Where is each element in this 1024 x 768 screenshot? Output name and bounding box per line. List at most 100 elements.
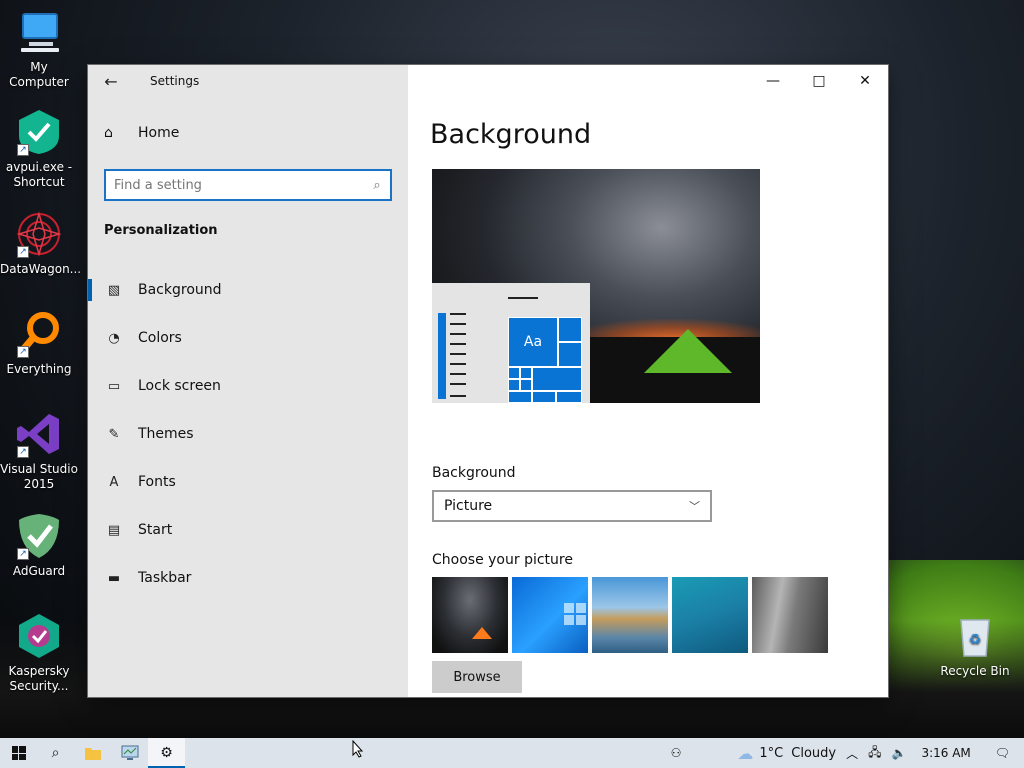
maximize-button[interactable]: □: [796, 65, 842, 97]
picture-thumbnails: [432, 577, 832, 653]
monitor-icon: ▭: [107, 378, 121, 394]
desktop-icon-label: DataWagon...: [0, 262, 82, 276]
windows-logo-icon: [564, 603, 586, 625]
home-icon: ⌂: [104, 125, 113, 141]
preview-tent: [644, 329, 732, 373]
preview-tile-wide: [532, 367, 582, 391]
background-type-dropdown[interactable]: Picture ﹀: [432, 490, 712, 522]
desktop-icon-everything[interactable]: ↗ Everything: [0, 310, 78, 377]
sidebar-item-lock-screen[interactable]: ▭ Lock screen: [88, 362, 408, 410]
sidebar-item-themes[interactable]: ✎ Themes: [88, 410, 408, 458]
desktop-icon-visual-studio[interactable]: ↗ Visual Studio 2015: [0, 410, 78, 492]
mouse-cursor-icon: [352, 740, 364, 758]
minimize-button[interactable]: —: [750, 65, 796, 97]
preview-tile: [520, 379, 532, 391]
preview-tile: [532, 391, 556, 403]
preview-menu-line: [450, 313, 466, 315]
sidebar-item-background[interactable]: ▧ Background: [88, 266, 408, 314]
weather-temperature: 1°C: [759, 745, 784, 761]
shield-check-icon: ↗: [15, 108, 63, 156]
desktop-icon-label: Recycle Bin: [940, 664, 1010, 678]
magnifier-icon: ↗: [15, 310, 63, 358]
shortcut-arrow-icon: ↗: [17, 346, 29, 358]
background-label: Background: [432, 465, 516, 481]
sidebar-item-label: Fonts: [138, 474, 176, 490]
task-manager-button[interactable]: [111, 738, 148, 768]
picture-thumb-underwater[interactable]: [672, 577, 748, 653]
cloud-icon: ☁: [737, 743, 754, 763]
back-arrow-icon: ←: [104, 71, 118, 91]
title-bar: ← Settings: [88, 65, 408, 97]
weather-widget[interactable]: ☁ 1°C Cloudy: [732, 744, 841, 763]
sidebar-nav: ▧ Background ◔ Colors ▭ Lock screen ✎ Th…: [88, 266, 408, 602]
picture-thumb-beach-rocks[interactable]: [592, 577, 668, 653]
sidebar-item-colors[interactable]: ◔ Colors: [88, 314, 408, 362]
preview-tile: [558, 317, 582, 342]
taskbar-icon: ▬: [107, 570, 121, 586]
preview-menu-line: [450, 343, 466, 345]
search-icon: ⌕: [51, 745, 60, 761]
picture-icon: ▧: [107, 282, 121, 298]
desktop-icon-kaspersky[interactable]: Kaspersky Security...: [0, 612, 78, 694]
close-icon: ✕: [859, 73, 871, 89]
preview-tile: [556, 391, 582, 403]
sidebar-item-label: Lock screen: [138, 378, 221, 394]
kaspersky-icon: [15, 612, 63, 660]
preview-tile: [508, 367, 520, 379]
preview-menu-line: [450, 333, 466, 335]
file-explorer-button[interactable]: [74, 738, 111, 768]
picture-thumb-windows-blue[interactable]: [512, 577, 588, 653]
adguard-shield-icon: ↗: [15, 512, 63, 560]
sidebar-item-start[interactable]: ▤ Start: [88, 506, 408, 554]
notification-icon[interactable]: 🗨: [981, 746, 1024, 760]
search-box[interactable]: ⌕: [104, 169, 392, 201]
picture-thumb-night-sky[interactable]: [432, 577, 508, 653]
monitor-chart-icon: [121, 745, 138, 760]
settings-taskbar-button[interactable]: ⚙: [148, 738, 185, 768]
preview-menu-line: [450, 395, 466, 397]
sidebar-item-fonts[interactable]: A Fonts: [88, 458, 408, 506]
gear-icon: ⚙: [160, 745, 173, 761]
choose-picture-label: Choose your picture: [432, 552, 573, 568]
palette-icon: ◔: [108, 330, 120, 346]
back-button[interactable]: ←: [88, 65, 134, 97]
caption-buttons: — □ ✕: [750, 65, 888, 97]
volume-icon[interactable]: 🔈: [886, 746, 911, 760]
windows-logo-icon: [11, 746, 26, 760]
desktop-icon-label: My Computer: [9, 60, 69, 89]
sidebar-item-label: Themes: [138, 426, 194, 442]
preview-tile: [520, 367, 532, 379]
visual-studio-icon: ↗: [15, 410, 63, 458]
clock[interactable]: 3:16 AM: [911, 746, 980, 760]
minimize-icon: —: [766, 73, 780, 89]
search-input[interactable]: [106, 171, 364, 199]
desktop-icon-datawagon[interactable]: ↗ DataWagon...: [0, 210, 82, 277]
people-icon[interactable]: ⚇: [666, 746, 687, 760]
mandala-icon: ↗: [15, 210, 63, 258]
network-icon[interactable]: 🖧: [863, 743, 886, 764]
close-button[interactable]: ✕: [842, 65, 888, 97]
preview-menu-line: [450, 363, 466, 365]
desktop-icon-my-computer[interactable]: My Computer: [0, 8, 78, 90]
desktop-icon-recycle-bin[interactable]: ♻ Recycle Bin: [936, 612, 1014, 679]
preview-tile: [508, 379, 520, 391]
shortcut-arrow-icon: ↗: [17, 144, 29, 156]
picture-thumb-rock-wall[interactable]: [752, 577, 828, 653]
taskbar: ⌕ ⚙ ⚇ ☁ 1°C Cloudy ︿ 🖧 🔈 3:16 AM 🗨: [0, 738, 1024, 768]
search-button[interactable]: ⌕: [37, 738, 74, 768]
start-button[interactable]: [0, 738, 37, 768]
sidebar-item-label: Start: [138, 522, 173, 538]
browse-button[interactable]: Browse: [432, 661, 522, 693]
shortcut-arrow-icon: ↗: [17, 548, 29, 560]
settings-sidebar: ← Settings ⌂ Home ⌕ Personalization ▧ Ba…: [88, 65, 408, 697]
dropdown-selected-value: Picture: [444, 498, 493, 514]
preview-tile-text: Aa: [523, 334, 543, 350]
chevron-up-icon[interactable]: ︿: [841, 745, 863, 762]
sidebar-item-taskbar[interactable]: ▬ Taskbar: [88, 554, 408, 602]
page-title: Background: [430, 119, 592, 150]
preview-start-window: Aa: [432, 283, 590, 403]
preview-menu-line: [450, 353, 466, 355]
desktop-icon-adguard[interactable]: ↗ AdGuard: [0, 512, 78, 579]
desktop-icon-avpui[interactable]: ↗ avpui.exe - Shortcut: [0, 108, 78, 190]
home-link[interactable]: ⌂ Home: [104, 125, 179, 141]
